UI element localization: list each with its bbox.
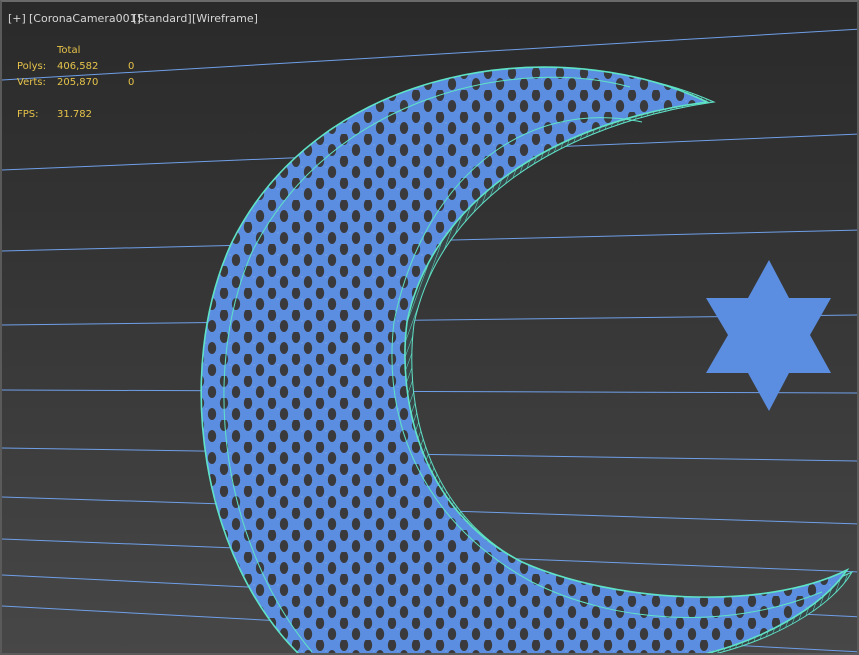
- verts-label: Verts:: [17, 77, 46, 88]
- fps-label: FPS:: [17, 109, 39, 120]
- polys-total: 406,582: [57, 61, 99, 72]
- verts-total: 205,870: [57, 77, 99, 88]
- scene-render: [2, 28, 857, 653]
- viewport-menu-plus[interactable]: [+]: [8, 12, 26, 25]
- fps-value: 31.782: [57, 109, 92, 120]
- viewport-camera[interactable]: [+] [CoronaCamera001] [Standard] [Wirefr…: [0, 0, 859, 655]
- viewport-display-mode-label[interactable]: [Wireframe]: [192, 12, 258, 25]
- verts-selected: 0: [128, 77, 135, 88]
- polys-label: Polys:: [17, 61, 47, 72]
- polys-selected: 0: [128, 61, 135, 72]
- viewport-camera-label[interactable]: [CoronaCamera001]: [29, 12, 141, 25]
- star-shape[interactable]: [706, 260, 831, 411]
- viewport-shading-mode-label[interactable]: [Standard]: [133, 12, 192, 25]
- stats-header: Total: [57, 45, 81, 56]
